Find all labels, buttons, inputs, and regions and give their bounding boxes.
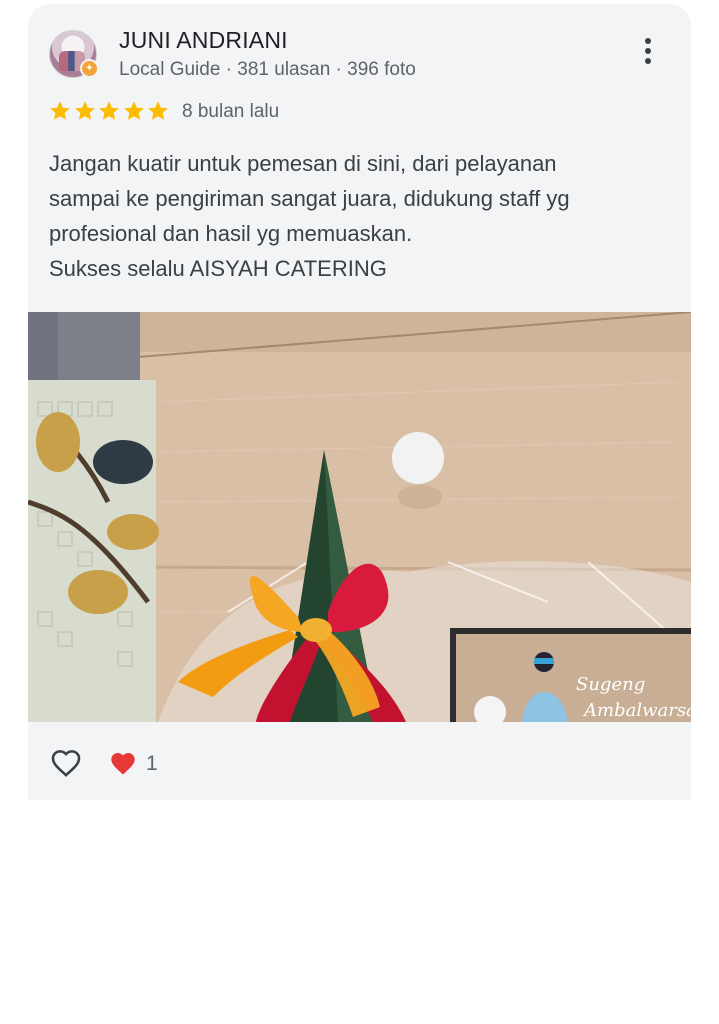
more-vert-icon bbox=[645, 38, 651, 44]
review-card: ✦ JUNI ANDRIANI Local Guide · 381 ulasan… bbox=[28, 4, 691, 800]
heart-outline-icon[interactable] bbox=[48, 746, 84, 780]
author-meta: Local Guide · 381 ulasan · 396 foto bbox=[119, 59, 416, 80]
star-icon bbox=[74, 101, 95, 120]
like-count: 1 bbox=[146, 752, 158, 775]
review-text-line: profesional dan hasil yg memuaskan. bbox=[49, 221, 413, 246]
local-guide-badge-icon: ✦ bbox=[80, 59, 99, 78]
star-icon bbox=[148, 101, 168, 120]
frame-caption-2: Ambalwarsa bbox=[582, 700, 691, 721]
star-rating bbox=[48, 99, 171, 123]
frame-caption-1: Sugeng bbox=[576, 674, 645, 695]
star-icon bbox=[99, 101, 119, 120]
review-text-line: Sukses selalu AISYAH CATERING bbox=[49, 256, 387, 281]
review-text-line: sampai ke pengiriman sangat juara, diduk… bbox=[49, 186, 570, 211]
star-icon bbox=[123, 101, 144, 120]
author-name[interactable]: JUNI ANDRIANI bbox=[119, 27, 288, 54]
star-icon bbox=[50, 101, 70, 120]
review-date: 8 bulan lalu bbox=[182, 101, 280, 122]
more-options-button[interactable] bbox=[633, 34, 663, 74]
review-text-line: Jangan kuatir untuk pemesan di sini, dar… bbox=[49, 151, 557, 176]
photo-illustration: Sugeng Ambalwarsa bbox=[28, 312, 691, 722]
heart-filled-icon bbox=[111, 753, 135, 775]
review-photo[interactable]: Sugeng Ambalwarsa bbox=[28, 312, 691, 722]
review-text: Jangan kuatir untuk pemesan di sini, dar… bbox=[49, 146, 669, 286]
